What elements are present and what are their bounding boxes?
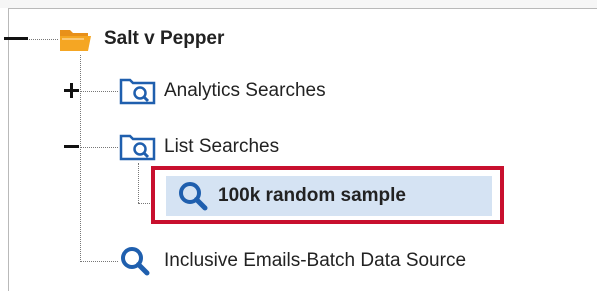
tree-connector	[138, 163, 139, 203]
search-folder-icon	[118, 75, 158, 107]
tree-node-analytics-searches[interactable]: Analytics Searches	[118, 74, 326, 108]
tree-node-inclusive-emails[interactable]: Inclusive Emails-Batch Data Source	[118, 244, 466, 278]
search-icon	[176, 179, 210, 213]
search-folder-icon	[118, 131, 158, 163]
tree-node-label: 100k random sample	[218, 185, 406, 206]
tree-node-label: List Searches	[164, 136, 280, 157]
tree-connector	[80, 147, 118, 148]
search-icon	[118, 244, 152, 278]
collapse-toggle-root[interactable]	[4, 31, 28, 46]
tree-node-label: Analytics Searches	[164, 80, 326, 101]
tree-node-list-searches[interactable]: List Searches	[118, 130, 279, 164]
tree-connector	[80, 55, 81, 262]
top-strip	[0, 0, 597, 8]
expand-toggle-analytics[interactable]	[64, 83, 79, 98]
collapse-toggle-list-searches[interactable]	[64, 139, 79, 154]
tree-connector	[80, 261, 118, 262]
tree-node-100k-random-sample[interactable]: 100k random sample	[176, 178, 406, 214]
tree-connector	[80, 91, 118, 92]
tree-node-label: Inclusive Emails-Batch Data Source	[164, 250, 467, 271]
tree-node-label: Salt v Pepper	[104, 28, 225, 49]
folder-icon	[58, 24, 94, 54]
tree-node-root[interactable]: Salt v Pepper	[58, 22, 224, 56]
